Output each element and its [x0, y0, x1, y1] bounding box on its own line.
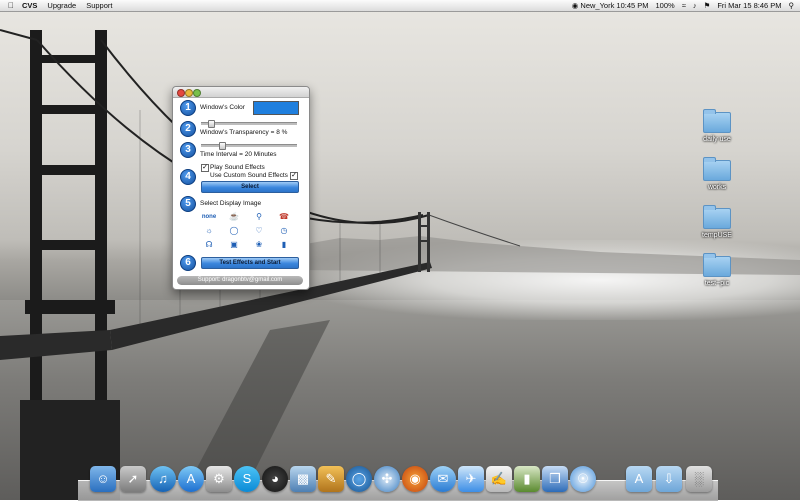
play-sound-label: Play Sound Effects	[210, 164, 265, 171]
menu-support[interactable]: Support	[86, 1, 112, 10]
world-clock-menu[interactable]: ◉ New_York 10:45 PM	[572, 1, 649, 10]
headphones-icon[interactable]: ☊	[199, 239, 219, 251]
display-image-label: Select Display Image	[200, 200, 262, 207]
flag-icon[interactable]: ⚑	[704, 1, 711, 10]
safari-icon[interactable]: ✣	[374, 466, 400, 492]
step-5-badge: 5	[180, 196, 196, 212]
step-2-badge: 2	[180, 121, 196, 137]
desktop-folder-daily-use[interactable]: daily use	[697, 109, 737, 143]
apple-icon[interactable]: 	[8, 1, 14, 10]
support-footer[interactable]: Support: dragonbtv@gmail.com	[177, 276, 303, 285]
window-color-swatch[interactable]	[253, 101, 299, 115]
step-4-badge: 4	[180, 169, 196, 185]
desktop-folder-tempuse[interactable]: tempUSE	[697, 205, 737, 239]
select-sound-button[interactable]: Select	[201, 181, 299, 193]
transparency-label: Window's Transparency = 8 %	[200, 129, 288, 136]
system-preferences-icon[interactable]: ⚙	[206, 466, 232, 492]
textedit-icon[interactable]: ✍	[486, 466, 512, 492]
itunes-icon[interactable]: ♫	[150, 466, 176, 492]
menu-bar:  CVS Upgrade Support ◉ New_York 10:45 P…	[0, 0, 800, 12]
camera-icon[interactable]: ▣	[224, 239, 244, 251]
spotlight-icon[interactable]: ⚲	[789, 1, 795, 10]
teacup-icon[interactable]: ☕	[224, 211, 244, 223]
folder-icon	[703, 253, 731, 277]
custom-sound-label: Use Custom Sound Effects	[210, 172, 288, 179]
dock: ☺ ➚ ♫ A ⚙ S ◕ ▩ ✎ ◯ ✣ ◉ ✉ ✈ ✍ ▮ ❒ ☉ A ⇩ …	[78, 462, 718, 501]
folder-name: tempUSE	[702, 232, 732, 239]
desktop-folder-works[interactable]: works	[697, 157, 737, 191]
bottle-icon[interactable]: ♡	[249, 225, 269, 237]
world-clock-text: New_York 10:45 PM	[580, 1, 649, 10]
folder-name: daily use	[703, 136, 731, 143]
transparency-slider[interactable]	[201, 120, 297, 128]
globe-icon: ◉	[571, 1, 579, 10]
desktop-wallpaper	[0, 0, 800, 500]
butterfly-icon[interactable]: ❀	[249, 239, 269, 251]
messages-icon[interactable]: ✉	[430, 466, 456, 492]
interval-slider-knob[interactable]	[219, 142, 226, 150]
transparency-slider-knob[interactable]	[208, 120, 215, 128]
mail-icon[interactable]: ✈	[458, 466, 484, 492]
step-3-badge: 3	[180, 142, 196, 158]
mug-icon[interactable]: ▮	[274, 239, 294, 251]
play-sound-checkbox[interactable]: ✓	[201, 164, 209, 172]
interval-label: Time Interval = 20 Minutes	[200, 151, 277, 158]
custom-sound-checkbox[interactable]: ✓	[290, 172, 298, 180]
downloads-folder-icon[interactable]: ⇩	[656, 466, 682, 492]
finder-icon[interactable]: ☺	[90, 466, 116, 492]
volume-icon[interactable]: ♪	[693, 1, 697, 10]
folder-icon	[703, 109, 731, 133]
dashboard-icon[interactable]: ◕	[262, 466, 288, 492]
skype-icon[interactable]: S	[234, 466, 260, 492]
menu-clock[interactable]: Fri Mar 15 8:46 PM	[717, 1, 781, 10]
golden-gate-bridge-image	[0, 29, 800, 500]
lightbulb-icon[interactable]: ☼	[199, 225, 219, 237]
minimize-button[interactable]	[185, 89, 193, 97]
menu-app-name[interactable]: CVS	[22, 1, 37, 10]
preview-icon[interactable]: ▩	[290, 466, 316, 492]
trash-icon[interactable]: ░	[686, 466, 712, 492]
window-titlebar[interactable]	[173, 87, 309, 98]
applications-folder-icon[interactable]: A	[626, 466, 652, 492]
menu-upgrade[interactable]: Upgrade	[47, 1, 76, 10]
wifi-icon[interactable]: ≈	[682, 1, 686, 10]
menu-extras: ◉ New_York 10:45 PM 100% ≈ ♪ ⚑ Fri Mar 1…	[572, 1, 794, 10]
battery-percent[interactable]: 100%	[656, 1, 675, 10]
image-option-none[interactable]: none	[199, 211, 219, 223]
firefox-icon[interactable]: ◉	[402, 466, 428, 492]
step-1-badge: 1	[180, 100, 196, 116]
cvs-app-window: 1 Window's Color 2 Window's Transparency…	[172, 86, 310, 290]
window-color-label: Window's Color	[200, 104, 245, 111]
pencil-app-icon[interactable]: ✎	[318, 466, 344, 492]
app-store-icon[interactable]: A	[178, 466, 204, 492]
clock-icon[interactable]: ◷	[274, 225, 294, 237]
xcode-icon[interactable]: ❒	[542, 466, 568, 492]
folder-name: works	[707, 184, 727, 191]
test-effects-start-button[interactable]: Test Effects and Start	[201, 257, 299, 269]
desktop-folder-test-pic[interactable]: test~pic	[697, 253, 737, 287]
folder-icon	[703, 205, 731, 229]
rocket-icon[interactable]: ➚	[120, 466, 146, 492]
zoom-button[interactable]	[193, 89, 201, 97]
folder-icon	[703, 157, 731, 181]
cart-icon[interactable]: ⚲	[249, 211, 269, 223]
eye-app-icon[interactable]: ☉	[570, 466, 596, 492]
google-earth-icon[interactable]: ◯	[346, 466, 372, 492]
step-6-badge: 6	[180, 255, 196, 271]
bicycle-icon[interactable]: ◯	[224, 225, 244, 237]
charts-icon[interactable]: ▮	[514, 466, 540, 492]
interval-slider[interactable]	[201, 142, 297, 150]
phone-icon[interactable]: ☎	[274, 211, 294, 223]
close-button[interactable]	[177, 89, 185, 97]
folder-name: test~pic	[704, 280, 730, 287]
